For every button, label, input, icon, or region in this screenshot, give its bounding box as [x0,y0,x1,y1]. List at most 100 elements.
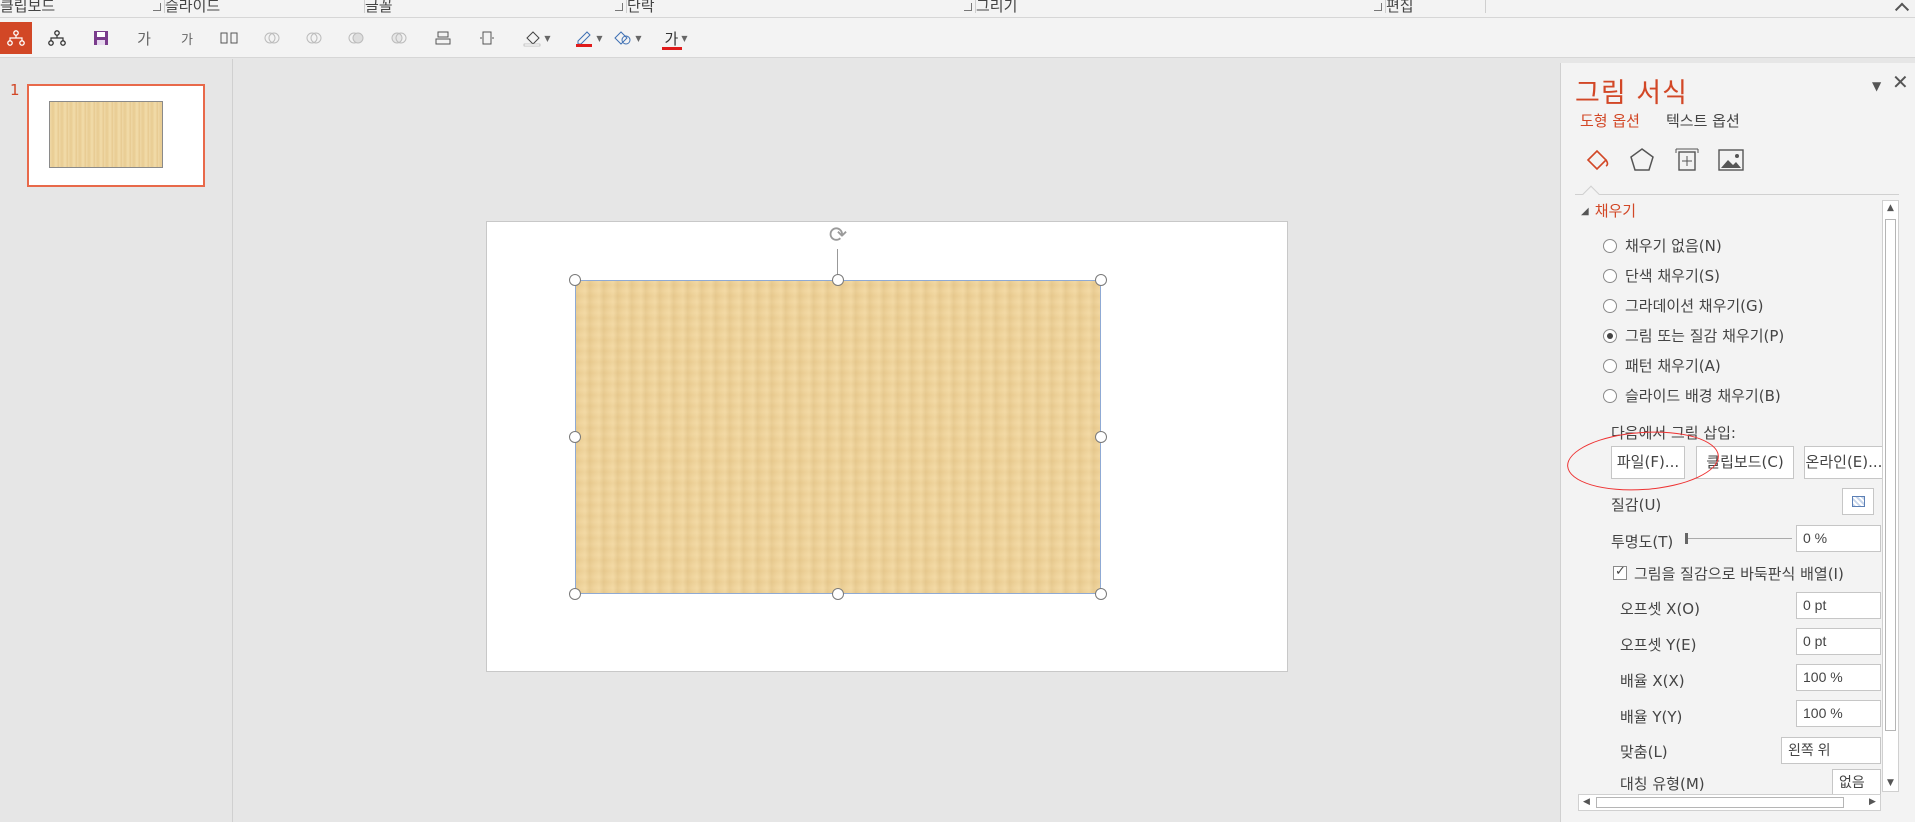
ribbon-group-font: 글꼴 [365,0,627,17]
radio-button[interactable] [1603,298,1617,313]
distribute-button[interactable] [471,22,503,54]
pane-horizontal-scrollbar[interactable]: ◀ ▶ [1578,794,1881,811]
texture-label: 질감(U) [1611,496,1662,514]
resize-handle-top-left[interactable] [569,274,581,286]
resize-handle-bottom[interactable] [832,588,844,600]
ribbon-collapse-icon[interactable] [1894,2,1910,17]
effects-tab[interactable] [1627,145,1657,175]
slide-thumbnail[interactable] [27,84,205,187]
radio-no-fill[interactable]: 채우기 없음(N) [1603,235,1722,256]
align-button[interactable] [427,22,459,54]
radio-button[interactable] [1603,238,1617,253]
shape-outline-button[interactable]: ▼ [569,22,609,54]
dialog-launcher-icon[interactable] [964,3,972,11]
transparency-slider-track[interactable] [1685,538,1792,539]
resize-handle-top[interactable] [832,274,844,286]
tile-checkbox[interactable] [1613,564,1627,580]
radio-gradient-fill[interactable]: 그라데이션 채우기(G) [1603,295,1764,316]
chevron-down-icon: ▼ [544,33,551,43]
radio-solid-fill[interactable]: 단색 채우기(S) [1603,265,1720,286]
ribbon-group-label: 편집 [1386,0,1414,15]
ribbon-group-slides: 슬라이드 [165,0,365,17]
chevron-down-icon: ▼ [596,33,603,43]
intersect-icon [391,32,407,44]
scroll-thumb[interactable] [1596,797,1844,808]
textured-rectangle-shape[interactable] [575,280,1101,594]
font-grow-label: 가 [137,29,151,48]
size-properties-tab[interactable] [1672,145,1702,175]
radio-button-selected[interactable] [1603,328,1617,343]
scale-x-field[interactable]: 100 % [1796,664,1881,691]
scroll-down-icon[interactable]: ▼ [1883,776,1898,791]
paint-bucket-icon [524,31,541,47]
font-shrink-button[interactable]: 가 [171,22,203,54]
resize-handle-right[interactable] [1095,431,1107,443]
transparency-slider-thumb[interactable] [1685,533,1688,544]
fill-line-tab[interactable] [1582,145,1612,175]
scale-y-field[interactable]: 100 % [1796,700,1881,727]
dialog-launcher-icon[interactable] [1374,3,1382,11]
ribbon-group-label: 슬라이드 [165,0,221,15]
resize-handle-bottom-right[interactable] [1095,588,1107,600]
merge-shapes-button[interactable] [256,22,288,54]
radio-button[interactable] [1603,358,1617,373]
scroll-thumb[interactable] [1885,219,1896,731]
intersect-shapes-button[interactable] [383,22,415,54]
columns-icon [220,32,238,44]
picture-icon [1718,149,1744,171]
offset-x-field[interactable]: 0 pt [1796,592,1881,619]
radio-button[interactable] [1603,268,1617,283]
shape-fill-button[interactable]: ▼ [517,22,557,54]
combine-shapes-button[interactable] [298,22,330,54]
divider [1575,194,1899,195]
pane-vertical-scrollbar[interactable]: ▲ ▼ [1882,200,1899,792]
font-grow-button[interactable]: 가 [128,22,160,54]
dialog-launcher-icon[interactable] [615,3,623,11]
radio-slide-bg-fill[interactable]: 슬라이드 배경 채우기(B) [1603,385,1781,406]
pane-options-icon[interactable]: ▼ [1872,79,1881,93]
shape-effects-button[interactable]: ▼ [607,22,647,54]
slide-thumbnail-pane: 1 [0,59,233,822]
online-button[interactable]: 온라인(E)... [1804,446,1884,479]
fragment-shapes-button[interactable] [340,22,372,54]
scroll-right-icon[interactable]: ▶ [1865,795,1880,810]
font-color-button[interactable]: 가 ▼ [656,22,696,54]
chevron-down-icon: ▼ [635,33,642,43]
ribbon-group-label: 그리기 [976,0,1018,15]
tile-label: 그림을 질감으로 바둑판식 배열(I) [1634,565,1844,583]
align-icon [435,31,451,45]
mirror-type-dropdown[interactable]: 없음 [1832,769,1881,796]
texture-picker-button[interactable] [1842,488,1874,515]
alignment-dropdown[interactable]: 왼쪽 위 [1781,737,1881,764]
picture-tab[interactable] [1716,145,1746,175]
radio-label: 슬라이드 배경 채우기(B) [1625,387,1781,405]
dialog-launcher-icon[interactable] [153,3,161,11]
tab-shape-options[interactable]: 도형 옵션 [1580,110,1640,131]
columns-button[interactable] [213,22,245,54]
scroll-up-icon[interactable]: ▲ [1883,201,1898,216]
radio-button[interactable] [1603,388,1617,403]
org-chart-button[interactable] [0,22,32,54]
resize-handle-bottom-left[interactable] [569,588,581,600]
fragment-icon [348,32,364,44]
offset-y-field[interactable]: 0 pt [1796,628,1881,655]
hierarchy-icon [7,30,25,46]
fill-section-header[interactable]: ◢ 채우기 [1581,200,1636,221]
resize-handle-top-right[interactable] [1095,274,1107,286]
rotate-handle-icon[interactable]: ⟳ [826,224,850,248]
tab-text-options[interactable]: 텍스트 옵션 [1666,110,1740,131]
slide-number: 1 [10,81,20,99]
resize-handle-left[interactable] [569,431,581,443]
offset-y-label: 오프셋 Y(E) [1620,636,1697,654]
radio-pattern-fill[interactable]: 패턴 채우기(A) [1603,355,1721,376]
transparency-field[interactable]: 0 % [1796,525,1881,552]
save-button[interactable] [85,22,117,54]
font-shrink-label: 가 [181,32,193,48]
close-icon[interactable]: ✕ [1892,70,1909,94]
save-icon [94,31,108,45]
hierarchy-button[interactable] [41,22,73,54]
ribbon-group-paragraph: 단락 [627,0,976,17]
alignment-label: 맞춤(L) [1620,743,1668,761]
scroll-left-icon[interactable]: ◀ [1579,795,1594,810]
radio-picture-fill[interactable]: 그림 또는 질감 채우기(P) [1603,325,1784,346]
